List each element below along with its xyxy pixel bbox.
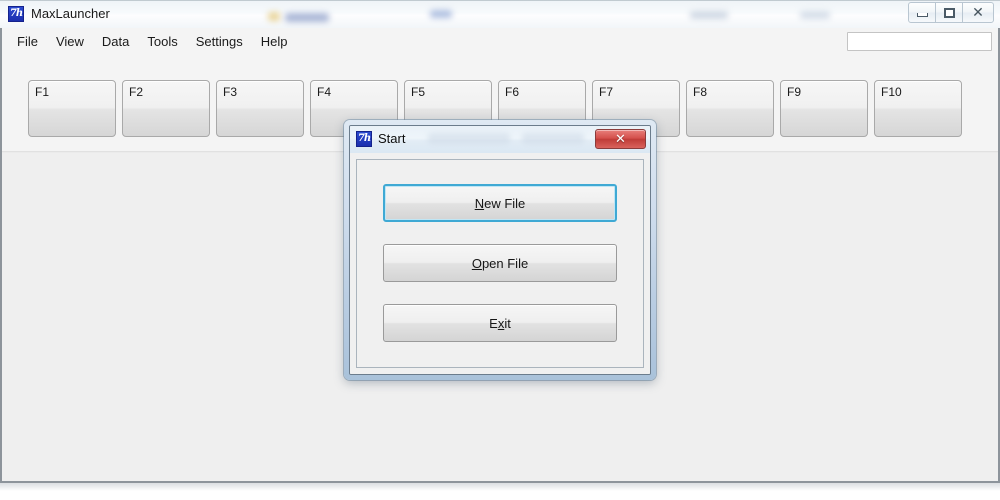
fkey-label: F1 bbox=[35, 85, 50, 99]
new-file-label: New File bbox=[475, 196, 526, 211]
titlebar-glass-reflection bbox=[690, 11, 728, 19]
menu-item-help[interactable]: Help bbox=[252, 31, 297, 53]
close-icon: ✕ bbox=[972, 4, 984, 21]
menu-item-file[interactable]: File bbox=[8, 31, 47, 53]
dialog-button-panel: New File Open File Exit bbox=[356, 159, 644, 368]
minimize-icon bbox=[916, 13, 928, 17]
fkey-label: F9 bbox=[787, 85, 802, 99]
close-button[interactable]: ✕ bbox=[962, 2, 994, 23]
window-border-left bbox=[0, 28, 2, 483]
fkey-label: F10 bbox=[881, 85, 902, 99]
minimize-button[interactable] bbox=[908, 2, 936, 23]
window-title: MaxLauncher bbox=[31, 6, 110, 21]
new-file-accel: N bbox=[474, 195, 485, 211]
dialog-title: Start bbox=[378, 131, 406, 146]
titlebar-glass-reflection bbox=[285, 13, 329, 22]
open-file-rest: pen File bbox=[481, 255, 529, 271]
fkey-button-f9[interactable]: F9 bbox=[780, 80, 868, 137]
fkey-label: F3 bbox=[223, 85, 238, 99]
fkey-button-f2[interactable]: F2 bbox=[122, 80, 210, 137]
maximize-button[interactable] bbox=[935, 2, 963, 23]
exit-button[interactable]: Exit bbox=[383, 304, 617, 342]
menu-item-tools[interactable]: Tools bbox=[138, 31, 186, 53]
fkey-label: F4 bbox=[317, 85, 332, 99]
new-file-rest: ew File bbox=[484, 195, 526, 211]
open-file-label: Open File bbox=[472, 256, 528, 271]
menu-bar: File View Data Tools Settings Help bbox=[0, 28, 1000, 56]
dialog-close-button[interactable]: ✕ bbox=[595, 129, 646, 149]
window-drop-shadow bbox=[0, 483, 1000, 491]
search-box[interactable] bbox=[847, 32, 992, 51]
exit-pre: E bbox=[489, 315, 498, 331]
dialog-titlebar: 7h Start ✕ bbox=[350, 126, 650, 154]
fkey-button-f10[interactable]: F10 bbox=[874, 80, 962, 137]
open-file-accel: O bbox=[471, 255, 482, 271]
fkey-button-f8[interactable]: F8 bbox=[686, 80, 774, 137]
menu-item-settings[interactable]: Settings bbox=[187, 31, 252, 53]
menu-item-data[interactable]: Data bbox=[93, 31, 138, 53]
exit-label: Exit bbox=[489, 316, 511, 331]
fkey-label: F7 bbox=[599, 85, 614, 99]
fkey-label: F8 bbox=[693, 85, 708, 99]
window-controls: ✕ bbox=[908, 2, 994, 24]
menu-items: File View Data Tools Settings Help bbox=[8, 28, 296, 55]
titlebar-glass-reflection bbox=[800, 11, 830, 19]
fkey-label: F2 bbox=[129, 85, 144, 99]
start-dialog-frame: 7h Start ✕ New File Open File Exit bbox=[349, 125, 651, 375]
start-dialog: 7h Start ✕ New File Open File Exit bbox=[344, 120, 656, 380]
fkey-label: F6 bbox=[505, 85, 520, 99]
fkey-label: F5 bbox=[411, 85, 426, 99]
app-logo-glyph: 7h bbox=[357, 133, 371, 144]
open-file-button[interactable]: Open File bbox=[383, 244, 617, 282]
window-titlebar: 7h MaxLauncher ✕ bbox=[0, 0, 1000, 29]
dialog-glass-reflection bbox=[522, 133, 584, 144]
app-logo-icon: 7h bbox=[8, 6, 24, 22]
menu-item-view[interactable]: View bbox=[47, 31, 93, 53]
dialog-body: New File Open File Exit bbox=[350, 153, 650, 374]
exit-rest: it bbox=[504, 315, 511, 331]
maximize-icon bbox=[943, 7, 955, 18]
fkey-button-f3[interactable]: F3 bbox=[216, 80, 304, 137]
dialog-glass-reflection bbox=[428, 133, 510, 144]
app-logo-glyph: 7h bbox=[9, 8, 23, 19]
app-logo-icon: 7h bbox=[356, 131, 372, 147]
desktop-backdrop: 7h MaxLauncher ✕ File View Data Tools Se… bbox=[0, 0, 1000, 500]
fkey-button-f1[interactable]: F1 bbox=[28, 80, 116, 137]
titlebar-glass-reflection bbox=[268, 12, 280, 21]
titlebar-glass-reflection bbox=[430, 10, 452, 18]
close-icon: ✕ bbox=[615, 131, 626, 147]
new-file-button[interactable]: New File bbox=[383, 184, 617, 222]
search-input[interactable] bbox=[848, 33, 991, 51]
